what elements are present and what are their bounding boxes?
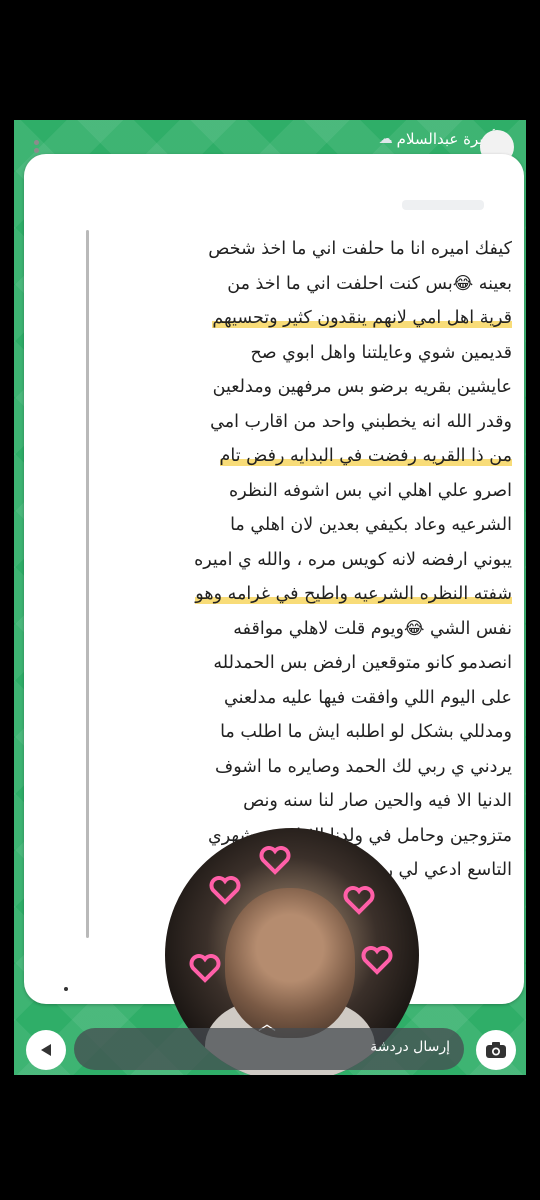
message-line: وقدر الله انه يخطبني واحد من اقارب امي [210, 411, 512, 432]
message-line: اصرو علي اهلي اني بس اشوفه النظره [229, 480, 512, 501]
message-line: بعينه 😂بس كنت احلفت اني ما اخذ من [227, 273, 512, 294]
chat-input[interactable]: إرسال دردشة [74, 1028, 464, 1070]
tail-dot [64, 987, 68, 991]
message-line: قديمين شوي وعايلتنا واهل ابوي صح [250, 342, 512, 363]
message-line: نفس الشي 😂ويوم قلت لاهلي مواقفه [233, 618, 512, 639]
message-line: يردني ي ربي لك الحمد وصايره ما اشوف [215, 756, 512, 777]
bottom-bar: إرسال دردشة [14, 1022, 526, 1074]
cloud-rain-icon: ☁ [378, 131, 393, 147]
faded-subtitle [402, 200, 484, 210]
message-line: عايشين بقريه برضو بس مرفهين ومدلعين [212, 377, 512, 397]
heart-icon [361, 944, 393, 976]
snap-chat-screen: أميرة عبدالسلام ☁ كيفك اميره انا ما حلفت… [14, 120, 526, 1075]
heart-icon [189, 952, 221, 984]
quote-bar [86, 230, 89, 938]
arrow-left-icon [41, 1044, 51, 1056]
message-line: على اليوم اللي وافقت فيها عليه مدلعني [224, 687, 512, 708]
message-text: كيفك اميره انا ما حلفت اني ما اخذ شخص بع… [92, 232, 512, 888]
message-line: الدنيا الا فيه والحين صار لنا سنه ونص [243, 791, 512, 811]
message-line: شفته النظره الشرعيه واطيح في غرامه وهو [195, 584, 512, 604]
message-line: من ذا القريه رفضت في البدايه رفض تام [219, 446, 512, 466]
chat-placeholder: إرسال دردشة [370, 1039, 450, 1055]
message-line: الشرعيه وعاد بكيفي بعدين لان اهلي ما [230, 515, 512, 535]
message-line: قرية اهل امي لانهم ينقدون كثير وتحسيهم [212, 308, 512, 328]
heart-icon [343, 884, 375, 916]
back-button[interactable] [26, 1030, 66, 1070]
message-line: كيفك اميره انا ما حلفت اني ما اخذ شخص [208, 239, 512, 259]
message-line: انصدمو كانو متوقعين ارفض بس الحمدلله [213, 653, 512, 673]
message-line: يبوني ارفضه لانه كويس مره ، والله ي امير… [194, 549, 512, 570]
heart-icon [209, 874, 241, 906]
message-line: ومدللي بشكل لو اطلبه ايش ما اطلب ما [220, 722, 512, 742]
camera-button[interactable] [476, 1030, 516, 1070]
sticker-face [225, 888, 355, 1038]
sender-header: أميرة عبدالسلام ☁ [379, 130, 496, 148]
camera-icon [486, 1042, 506, 1058]
heart-icon [259, 844, 291, 876]
